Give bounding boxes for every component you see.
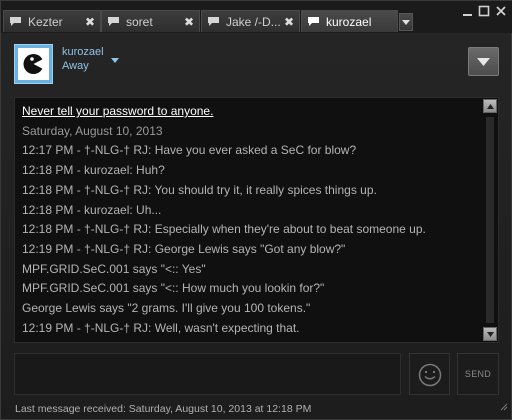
emoticon-button[interactable] (409, 353, 450, 395)
smiley-icon (418, 363, 442, 387)
chat-message: MPF.GRID.SeC.001 says "<:: How much you … (22, 281, 325, 296)
tab-kezter[interactable]: Kezter ✖ (3, 10, 101, 32)
maximize-icon[interactable] (477, 4, 491, 18)
chat-options-dropdown[interactable] (468, 47, 499, 76)
tab-label: Kezter (28, 14, 63, 29)
tab-close-icon[interactable]: ✖ (83, 15, 97, 29)
chevron-down-icon (402, 20, 410, 25)
tab-jake[interactable]: Jake /-D... ✖ (201, 10, 300, 32)
chat-bubble-icon (207, 16, 220, 27)
chevron-down-icon (477, 58, 490, 66)
chat-message: MPF.GRID.SeC.001 says "<:: Yes" (22, 261, 206, 276)
chevron-down-icon[interactable] (111, 50, 119, 68)
chat-bubble-icon (307, 16, 320, 27)
chat-message: 12:18 PM - †-NLG-† RJ: Especially when t… (22, 222, 426, 237)
tab-label: soret (126, 14, 153, 29)
scroll-down-button[interactable] (483, 327, 497, 341)
scroll-up-button[interactable] (483, 99, 497, 113)
chat-bubble-icon (107, 16, 120, 27)
tab-close-icon[interactable]: ✖ (282, 15, 296, 29)
chevron-up-icon (487, 104, 494, 109)
last-message-status: Last message received: Saturday, August … (15, 403, 312, 415)
chat-message: 12:18 PM - kurozael: Uh... (22, 202, 162, 217)
chat-log[interactable]: Never tell your password to anyone. Satur… (14, 97, 499, 343)
tab-bar: Kezter ✖ soret ✖ Jake /-D... ✖ kurozael (1, 1, 512, 33)
friend-status: Away (62, 60, 89, 72)
chat-scrollbar[interactable] (483, 99, 497, 341)
scroll-track[interactable] (486, 117, 494, 323)
avatar[interactable] (14, 44, 53, 84)
chat-message: 12:17 PM - †-NLG-† RJ: Have you ever ask… (22, 143, 357, 158)
friend-name[interactable]: kurozael (62, 46, 104, 58)
tab-list-menu-button[interactable] (399, 13, 413, 31)
chat-bubble-icon (9, 16, 22, 27)
chevron-down-icon (487, 332, 494, 337)
security-warning-link[interactable]: Never tell your password to anyone. (22, 102, 482, 122)
tab-soret[interactable]: soret ✖ (101, 10, 200, 32)
avatar-image (18, 48, 49, 80)
chat-message: 12:18 PM - kurozael: Huh? (22, 163, 165, 178)
minimize-icon[interactable] (461, 4, 475, 18)
resize-grip-icon[interactable] (499, 398, 508, 416)
chat-message: George Lewis says "2 grams. I'll give yo… (22, 301, 311, 316)
tab-kurozael[interactable]: kurozael (301, 10, 398, 32)
close-icon[interactable] (494, 4, 508, 18)
chat-message: 12:18 PM - †-NLG-† RJ: You should try it… (22, 182, 377, 197)
chat-date-header: Saturday, August 10, 2013 (22, 123, 163, 138)
send-button[interactable]: SEND (457, 353, 499, 395)
tab-label: Jake /-D... (226, 14, 281, 29)
tab-close-icon[interactable]: ✖ (182, 15, 196, 29)
chat-message: 12:19 PM - †-NLG-† RJ: George Lewis says… (22, 241, 346, 256)
chat-message: 12:19 PM - †-NLG-† RJ: Well, wasn't expe… (22, 320, 300, 335)
chat-window: Kezter ✖ soret ✖ Jake /-D... ✖ kurozael (0, 0, 512, 420)
tab-label: kurozael (326, 14, 372, 29)
message-input[interactable] (14, 353, 401, 395)
chat-lines: Never tell your password to anyone. Satur… (22, 102, 482, 338)
